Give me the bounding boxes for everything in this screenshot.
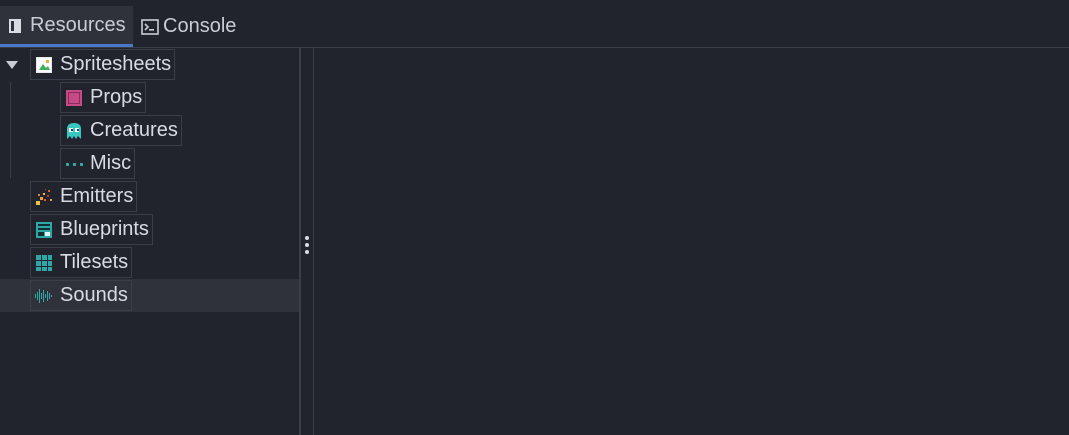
blueprint-icon bbox=[34, 220, 54, 240]
tree-item-creatures[interactable]: Creatures bbox=[60, 115, 182, 146]
tree-item-label: Tilesets bbox=[60, 251, 129, 273]
square-icon bbox=[64, 88, 84, 108]
waveform-icon bbox=[34, 286, 54, 306]
panel-splitter[interactable] bbox=[299, 48, 301, 435]
chevron-down-icon[interactable] bbox=[6, 61, 18, 69]
tree-item-label: Props bbox=[90, 86, 143, 108]
tree-item-label: Creatures bbox=[90, 119, 178, 141]
tree-item-label: Blueprints bbox=[60, 218, 149, 240]
editor-panel-border bbox=[313, 48, 314, 435]
tree-item-sounds[interactable]: Sounds bbox=[30, 280, 132, 311]
tree-item-misc[interactable]: Misc bbox=[60, 148, 136, 179]
particles-icon bbox=[34, 187, 54, 207]
terminal-icon bbox=[141, 18, 159, 35]
resource-tree: Spritesheets Props Creatures Misc Emitte… bbox=[0, 48, 299, 435]
tree-row-misc[interactable]: Misc bbox=[0, 147, 299, 180]
tree-row-emitters[interactable]: Emitters bbox=[0, 180, 299, 213]
tree-row-sounds[interactable]: Sounds bbox=[0, 279, 299, 312]
image-icon bbox=[34, 55, 54, 75]
tree-row-creatures[interactable]: Creatures bbox=[0, 114, 299, 147]
tree-row-tilesets[interactable]: Tilesets bbox=[0, 246, 299, 279]
tree-row-spritesheets[interactable]: Spritesheets bbox=[0, 48, 299, 81]
tree-item-spritesheets[interactable]: Spritesheets bbox=[30, 49, 176, 80]
tree-item-blueprints[interactable]: Blueprints bbox=[30, 214, 153, 245]
tab-console[interactable]: Console bbox=[137, 7, 257, 45]
ghost-icon bbox=[64, 121, 84, 141]
document-icon bbox=[8, 17, 24, 33]
tree-item-label: Spritesheets bbox=[60, 53, 172, 75]
tab-resources-label: Resources bbox=[30, 13, 126, 36]
dots-icon bbox=[64, 154, 84, 174]
tree-row-props[interactable]: Props bbox=[0, 81, 299, 114]
tree-item-props[interactable]: Props bbox=[60, 82, 147, 113]
tree-item-label: Sounds bbox=[60, 284, 128, 306]
splitter-handle-icon[interactable] bbox=[305, 236, 309, 256]
tab-bar: Resources Console bbox=[0, 0, 1069, 48]
tree-item-emitters[interactable]: Emitters bbox=[30, 181, 138, 212]
tree-item-label: Emitters bbox=[60, 185, 134, 207]
tree-row-blueprints[interactable]: Blueprints bbox=[0, 213, 299, 246]
tree-item-label: Misc bbox=[90, 152, 132, 174]
tab-console-label: Console bbox=[163, 14, 237, 37]
grid-icon bbox=[34, 253, 54, 273]
tree-item-tilesets[interactable]: Tilesets bbox=[30, 247, 133, 278]
tab-resources[interactable]: Resources bbox=[0, 6, 133, 47]
